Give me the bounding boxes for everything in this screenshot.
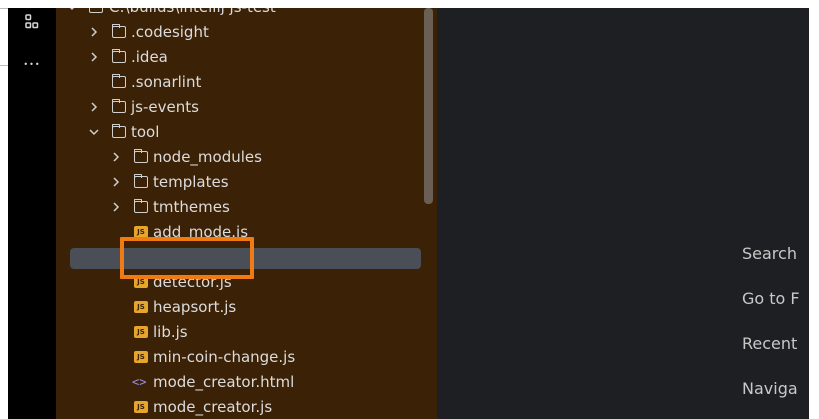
chevron-right-icon[interactable] [110, 176, 122, 188]
project-tree: C:\builds\intellij js-test .codesight .ide… [56, 8, 437, 419]
tree-item-label: tool [131, 123, 160, 141]
javascript-file-icon: JS [134, 326, 148, 338]
tree-item-label: tmthemes [153, 198, 230, 216]
tree-row[interactable]: JS heapsort.js [56, 295, 437, 320]
tree-row[interactable]: .idea [56, 45, 437, 70]
folder-icon [111, 74, 126, 88]
divider [0, 65, 8, 66]
javascript-file-icon: JS [134, 351, 148, 363]
hint-go-to-file: Go to F [742, 289, 800, 308]
chevron-right-icon[interactable] [110, 151, 122, 163]
tree-row[interactable]: .codesight [56, 20, 437, 45]
tree-row[interactable]: .sonarlint [56, 70, 437, 95]
tree-root-label: C:\builds\intellij js-test [109, 8, 276, 20]
tree-item-label: lib.js [153, 323, 188, 341]
chevron-down-icon[interactable] [88, 126, 100, 138]
tree-item-label: js-events [131, 98, 199, 116]
more-icon[interactable]: ••• [22, 60, 42, 69]
folder-icon [89, 8, 103, 13]
chevron-right-icon[interactable] [88, 26, 100, 38]
tree-row[interactable]: JS min-coin-change.js [56, 345, 437, 370]
tree-item-label: mode_creator.html [153, 373, 295, 391]
folder-icon [111, 49, 126, 63]
tree-row[interactable]: JS lib.js [56, 320, 437, 345]
editor-area: Search Go to F Recent Naviga [437, 8, 809, 419]
tree-row[interactable]: js-events [56, 95, 437, 120]
tree-item-label: min-coin-change.js [153, 348, 296, 366]
tree-row[interactable]: node_modules [56, 145, 437, 170]
chevron-down-icon[interactable] [66, 8, 78, 13]
hint-search: Search [742, 244, 797, 263]
right-margin [809, 0, 819, 419]
tree-item-label: .sonarlint [131, 73, 202, 91]
html-file-icon: <> [132, 375, 147, 389]
tree-row[interactable]: tool [56, 120, 437, 145]
tree-item-label: node_modules [153, 148, 262, 166]
tree-row[interactable]: JS mode_creator.js [56, 395, 437, 419]
tree-row[interactable]: <> mode_creator.html [56, 370, 437, 395]
chevron-right-icon[interactable] [88, 101, 100, 113]
hint-navigation-bar: Naviga [742, 379, 798, 398]
tool-window-strip: ••• [8, 8, 56, 419]
tree-item-label: mode_creator.js [153, 398, 273, 416]
folder-icon [133, 199, 148, 213]
chevron-right-icon[interactable] [110, 201, 122, 213]
folder-icon [133, 174, 148, 188]
tree-item-label: heapsort.js [153, 298, 237, 316]
tree-root-row[interactable]: C:\builds\intellij js-test [56, 8, 437, 20]
folder-icon [111, 99, 126, 113]
top-margin [0, 0, 819, 8]
tree-row[interactable]: tmthemes [56, 195, 437, 220]
javascript-file-icon: JS [134, 401, 148, 413]
folder-icon [111, 24, 126, 38]
tree-item-label: .codesight [131, 23, 209, 41]
ide-window: ••• C:\builds\intellij js-test .codesight… [0, 0, 819, 419]
chevron-right-icon[interactable] [88, 51, 100, 63]
tree-item-label: templates [153, 173, 229, 191]
divider [0, 8, 8, 9]
hint-recent-files: Recent [742, 334, 798, 353]
tree-row[interactable]: templates [56, 170, 437, 195]
tree-item-label: .idea [131, 48, 168, 66]
javascript-file-icon: JS [134, 301, 148, 313]
folder-icon [133, 149, 148, 163]
structure-icon[interactable] [22, 14, 42, 36]
folder-icon [111, 124, 126, 138]
callout-highlight-box [120, 237, 254, 279]
